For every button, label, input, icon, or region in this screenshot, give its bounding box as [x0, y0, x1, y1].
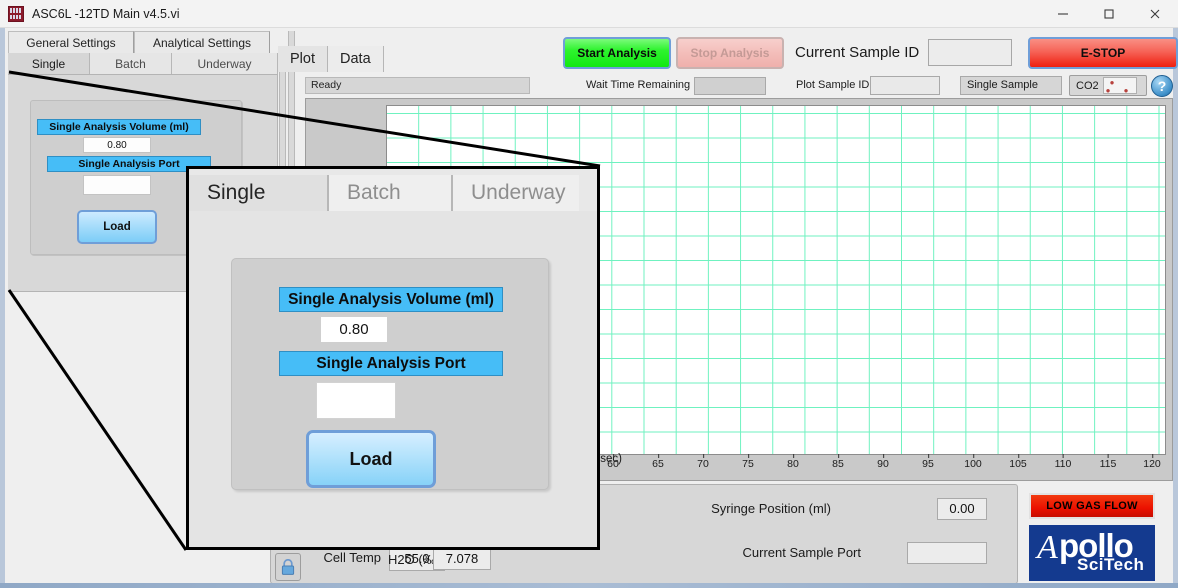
- view-tab-bar: Plot Data: [278, 46, 568, 72]
- tab-general-settings[interactable]: General Settings: [8, 31, 134, 53]
- status-message: Ready: [305, 77, 530, 94]
- single-analysis-volume-label: Single Analysis Volume (ml): [37, 119, 201, 135]
- logo-letter-a: A: [1037, 529, 1058, 566]
- current-sample-port-value: [907, 542, 987, 564]
- inset-single-analysis-volume-input[interactable]: 0.80: [320, 316, 388, 343]
- application-window: ASC6L -12TD Main v4.5.vi General Setting…: [0, 0, 1178, 588]
- x-tick-label: 110: [1054, 454, 1072, 470]
- inset-panel-body: Single Analysis Volume (ml) 0.80 Single …: [189, 211, 597, 547]
- gas-selector-label: CO2: [1076, 79, 1099, 92]
- x-tick-label: 100: [964, 454, 982, 470]
- stop-analysis-button[interactable]: Stop Analysis: [676, 37, 784, 69]
- maximize-icon[interactable]: [1086, 0, 1132, 28]
- plot-sample-id-label: Plot Sample ID: [796, 79, 870, 91]
- inset-single-analysis-port-label: Single Analysis Port: [279, 351, 503, 376]
- wait-time-value: [694, 77, 766, 95]
- mode-tab-bar: Single Batch Underway: [8, 53, 278, 75]
- title-bar: ASC6L -12TD Main v4.5.vi: [0, 0, 1178, 28]
- labview-vi-icon: [8, 5, 24, 22]
- window-left-edge: [0, 28, 5, 588]
- wait-time-label: Wait Time Remaining: [586, 79, 691, 91]
- h2o-value: 7.078: [433, 548, 491, 570]
- load-button[interactable]: Load: [77, 210, 157, 244]
- inset-mode-tab-bar: Single Batch Underway: [189, 175, 597, 211]
- syringe-position-label: Syringe Position (ml): [711, 501, 831, 516]
- apollo-scitech-logo: A pollo SciTech: [1029, 525, 1155, 581]
- low-gas-flow-alarm: LOW GAS FLOW: [1029, 493, 1155, 519]
- tab-analytical-settings[interactable]: Analytical Settings: [134, 31, 270, 53]
- magnified-callout-panel: Single Batch Underway Single Analysis Vo…: [186, 166, 600, 550]
- gas-indicator-icon: ● ● ●: [1102, 77, 1137, 95]
- sample-mode-value: Single Sample: [960, 76, 1062, 95]
- gas-selector[interactable]: CO2 ● ● ●: [1069, 75, 1147, 96]
- tab-data[interactable]: Data: [328, 46, 384, 72]
- start-analysis-button[interactable]: Start Analysis: [563, 37, 671, 69]
- h2o-label: H2O (‰): [388, 552, 440, 567]
- x-tick-label: 120: [1143, 454, 1161, 470]
- inset-single-analysis-port-input[interactable]: [316, 382, 396, 419]
- syringe-position-value: 0.00: [937, 498, 987, 520]
- single-analysis-volume-input[interactable]: 0.80: [83, 137, 151, 153]
- tab-single[interactable]: Single: [8, 53, 90, 74]
- tab-underway[interactable]: Underway: [172, 53, 278, 74]
- window-controls: [1040, 0, 1178, 28]
- minimize-icon[interactable]: [1040, 0, 1086, 28]
- inset-single-analysis-volume-label: Single Analysis Volume (ml): [279, 287, 503, 312]
- tab-plot[interactable]: Plot: [278, 46, 328, 72]
- lock-icon[interactable]: [275, 553, 301, 581]
- inset-load-button[interactable]: Load: [306, 430, 436, 488]
- emergency-stop-button[interactable]: E-STOP: [1028, 37, 1178, 69]
- logo-word-scitech: SciTech: [1077, 555, 1145, 574]
- window-bottom-edge: [0, 583, 1178, 588]
- help-icon[interactable]: ?: [1151, 75, 1173, 97]
- inset-tab-batch[interactable]: Batch: [329, 175, 453, 211]
- window-right-edge: [1173, 28, 1178, 588]
- x-tick-label: 105: [1009, 454, 1027, 470]
- close-icon[interactable]: [1132, 0, 1178, 28]
- x-tick-label: 115: [1099, 454, 1117, 470]
- plot-sample-id-input[interactable]: [870, 76, 940, 95]
- current-sample-port-label: Current Sample Port: [742, 545, 862, 560]
- settings-tab-bar: General Settings Analytical Settings: [8, 31, 278, 53]
- inset-tab-single[interactable]: Single: [189, 175, 329, 211]
- tab-batch[interactable]: Batch: [90, 53, 172, 74]
- single-analysis-port-input[interactable]: [83, 175, 151, 195]
- current-sample-id-input[interactable]: [928, 39, 1012, 66]
- inset-single-analysis-group: Single Analysis Volume (ml) 0.80 Single …: [231, 258, 549, 490]
- window-title: ASC6L -12TD Main v4.5.vi: [32, 6, 180, 21]
- inset-tab-underway[interactable]: Underway: [453, 175, 579, 211]
- x-tick-label: 95: [922, 454, 934, 470]
- current-sample-id-label: Current Sample ID: [795, 44, 920, 61]
